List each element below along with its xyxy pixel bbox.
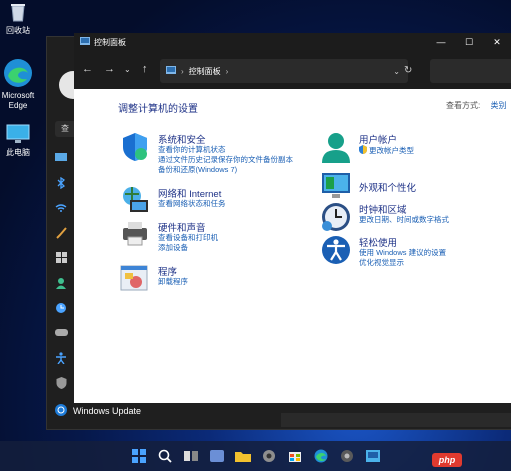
personalization-icon (321, 172, 351, 202)
breadcrumb[interactable]: 控制面板 (189, 66, 221, 77)
printer-icon (120, 220, 150, 248)
category-link[interactable]: 优化视觉显示 (359, 258, 446, 268)
recycle-bin-icon (9, 2, 27, 22)
search-input[interactable] (430, 59, 511, 83)
category-title[interactable]: 时钟和区域 (359, 202, 407, 216)
category-title[interactable]: 网络和 Internet (158, 186, 221, 200)
desktop-icon-label: Microsoft Edge (1, 91, 35, 110)
desktop-icon-edge[interactable]: Microsoft Edge (0, 58, 40, 111)
shield-icon (120, 132, 150, 164)
view-by-dropdown[interactable]: 类别 (490, 101, 506, 110)
control-panel-content: 调整计算机的设置 查看方式: 类别 系统和安全 查看你的计算机状态 通过文件历史… (74, 89, 511, 403)
update-icon (55, 404, 67, 418)
store-icon[interactable] (286, 447, 304, 465)
gaming-icon[interactable] (47, 320, 75, 345)
wifi-icon[interactable] (47, 195, 75, 220)
control-panel-icon (166, 66, 176, 76)
maximize-button[interactable]: ☐ (455, 37, 483, 48)
accounts-icon[interactable] (47, 270, 75, 295)
category-title[interactable]: 程序 (158, 264, 177, 278)
settings-nav-rail (47, 145, 75, 395)
title-bar: 控制面板 — ☐ ✕ (74, 33, 511, 51)
category-link[interactable]: 卸载程序 (158, 277, 188, 287)
brush-icon[interactable] (47, 220, 75, 245)
edge-icon[interactable] (312, 447, 330, 465)
network-icon (120, 186, 150, 216)
category-link[interactable]: 查看设备和打印机 (158, 233, 218, 243)
edge-icon (3, 58, 33, 88)
control-panel-window: 控制面板 — ☐ ✕ ← → ⌄ ↑ › 控制面板 › ⌄ ↻ 调整计算机的设置… (74, 33, 511, 403)
breadcrumb-separator: › (225, 66, 229, 76)
address-bar[interactable]: › 控制面板 › ⌄ (160, 59, 408, 83)
control-panel-icon (80, 37, 90, 47)
forward-icon[interactable]: → (104, 63, 115, 75)
close-button[interactable]: ✕ (483, 37, 511, 48)
category-link[interactable]: 查看网络状态和任务 (158, 199, 226, 209)
view-by: 查看方式: 类别 (446, 100, 506, 111)
privacy-shield-icon[interactable] (47, 370, 75, 395)
control-panel-taskbar-icon[interactable] (364, 447, 382, 465)
category-link[interactable]: 使用 Windows 建议的设置 (359, 248, 446, 258)
refresh-icon[interactable]: ↻ (404, 65, 412, 76)
time-language-icon[interactable] (47, 295, 75, 320)
start-icon[interactable] (130, 447, 148, 465)
category-title[interactable]: 系统和安全 (158, 132, 206, 146)
window-title: 控制面板 (94, 37, 126, 47)
chevron-down-icon[interactable]: ⌄ (124, 65, 131, 74)
desktop-icon-label: 回收站 (6, 26, 30, 35)
back-icon[interactable]: ← (82, 63, 93, 75)
accessibility-icon (321, 235, 351, 267)
address-toolbar: ← → ⌄ ↑ › 控制面板 › ⌄ ↻ (74, 51, 511, 89)
desktop-icon-label: 此电脑 (6, 148, 30, 157)
category-title[interactable]: 轻松使用 (359, 235, 397, 249)
category-title[interactable]: 外观和个性化 (359, 180, 416, 194)
programs-icon (120, 264, 150, 294)
settings-icon[interactable] (260, 447, 278, 465)
category-link[interactable]: 查看你的计算机状态 (158, 145, 293, 155)
desktop-icon-recycle-bin[interactable]: 回收站 (0, 2, 40, 36)
file-explorer-icon[interactable] (234, 447, 252, 465)
task-view-icon[interactable] (182, 447, 200, 465)
bluetooth-icon[interactable] (47, 170, 75, 195)
apps-icon[interactable] (47, 245, 75, 270)
up-icon[interactable]: ↑ (142, 63, 148, 75)
search-icon[interactable] (156, 447, 174, 465)
clock-icon (321, 202, 351, 234)
windows-update-item[interactable]: Windows Update (55, 404, 141, 418)
minimize-button[interactable]: — (427, 37, 455, 48)
desktop-icon-this-pc[interactable]: 此电脑 (0, 124, 40, 158)
system-icon[interactable] (47, 145, 75, 170)
user-accounts-icon (321, 132, 351, 166)
windows-update-label: Windows Update (73, 406, 142, 416)
view-by-label: 查看方式: (446, 101, 481, 110)
monitor-icon (6, 124, 30, 144)
category-link[interactable]: 更改帐户类型 (369, 146, 414, 156)
breadcrumb-separator: › (181, 66, 184, 76)
page-title: 调整计算机的设置 (118, 104, 198, 115)
category-title[interactable]: 用户帐户 (359, 132, 397, 146)
shield-icon (359, 145, 367, 156)
watermark-logo: php (432, 453, 462, 467)
category-title[interactable]: 硬件和声音 (158, 220, 206, 234)
category-link[interactable]: 备份和还原(Windows 7) (158, 165, 293, 175)
category-link[interactable]: 通过文件历史记录保存你的文件备份副本 (158, 155, 293, 165)
widgets-icon[interactable] (208, 447, 226, 465)
settings-bottom-bar (281, 413, 511, 427)
category-link[interactable]: 添加设备 (158, 243, 218, 253)
settings-gear-icon[interactable] (338, 447, 356, 465)
category-link[interactable]: 更改日期、时间或数字格式 (359, 215, 449, 225)
address-dropdown-icon[interactable]: ⌄ (393, 67, 400, 76)
accessibility-icon[interactable] (47, 345, 75, 370)
